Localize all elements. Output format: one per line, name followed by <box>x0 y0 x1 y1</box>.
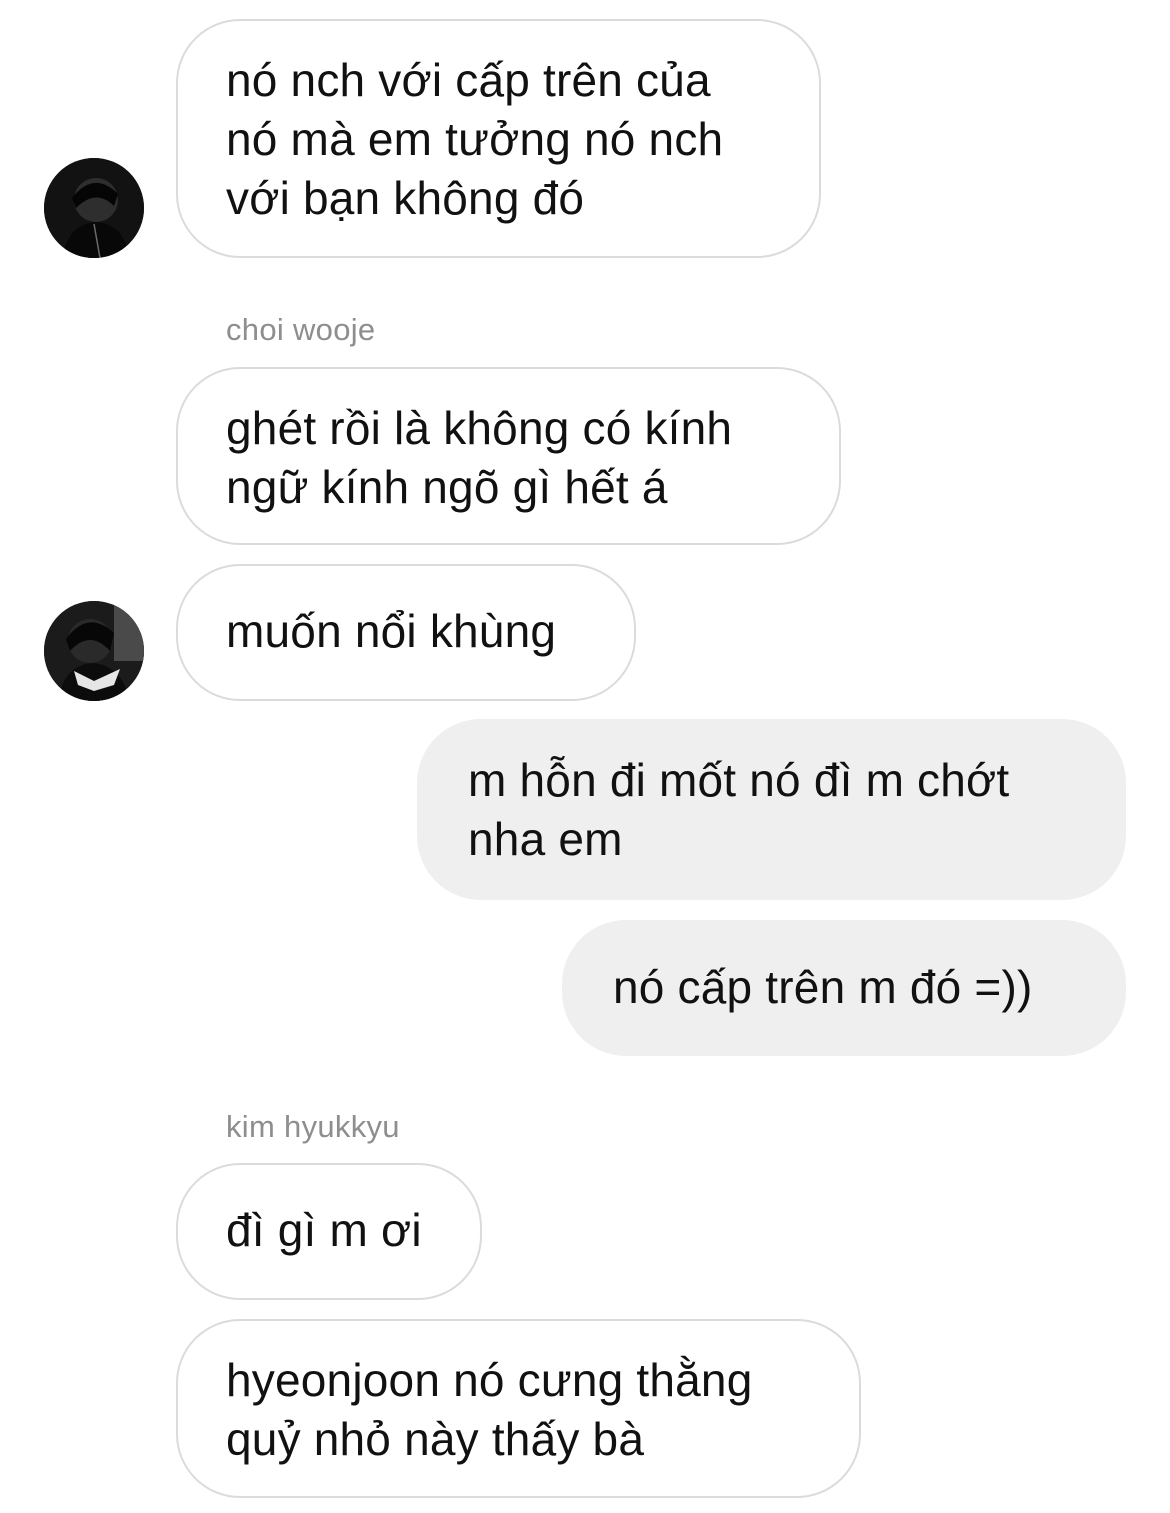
message-bubble-incoming[interactable]: muốn nổi khùng <box>176 564 636 701</box>
avatar-photo-icon <box>44 601 144 701</box>
message-bubble-incoming[interactable]: ghét rồi là không có kính ngữ kính ngõ g… <box>176 367 841 545</box>
chat-screen: { "thread": { "messages": [ { "id": "m1"… <box>0 0 1170 1513</box>
message-text: ghét rồi là không có kính ngữ kính ngõ g… <box>226 402 733 513</box>
message-text: muốn nổi khùng <box>226 605 557 657</box>
message-bubble-incoming[interactable]: đì gì m ơi <box>176 1163 482 1300</box>
message-text: m hỗn đi mốt nó đì m chớt nha em <box>468 754 1010 865</box>
message-text: nó nch với cấp trên của nó mà em tưởng n… <box>226 54 724 224</box>
sender-avatar[interactable] <box>44 158 144 258</box>
message-bubble-incoming[interactable]: hyeonjoon nó cưng thằng quỷ nhỏ này thấy… <box>176 1319 861 1498</box>
avatar-photo-icon <box>44 158 144 258</box>
sender-avatar[interactable] <box>44 601 144 701</box>
message-text: nó cấp trên m đó =)) <box>613 961 1033 1013</box>
message-text: đì gì m ơi <box>226 1204 422 1256</box>
sender-name: choi wooje <box>226 312 376 347</box>
sender-name: kim hyukkyu <box>226 1109 400 1144</box>
message-bubble-incoming[interactable]: nó nch với cấp trên của nó mà em tưởng n… <box>176 19 821 258</box>
message-bubble-outgoing[interactable]: nó cấp trên m đó =)) <box>562 920 1126 1056</box>
message-bubble-outgoing[interactable]: m hỗn đi mốt nó đì m chớt nha em <box>417 719 1126 900</box>
message-text: hyeonjoon nó cưng thằng quỷ nhỏ này thấy… <box>226 1354 753 1465</box>
